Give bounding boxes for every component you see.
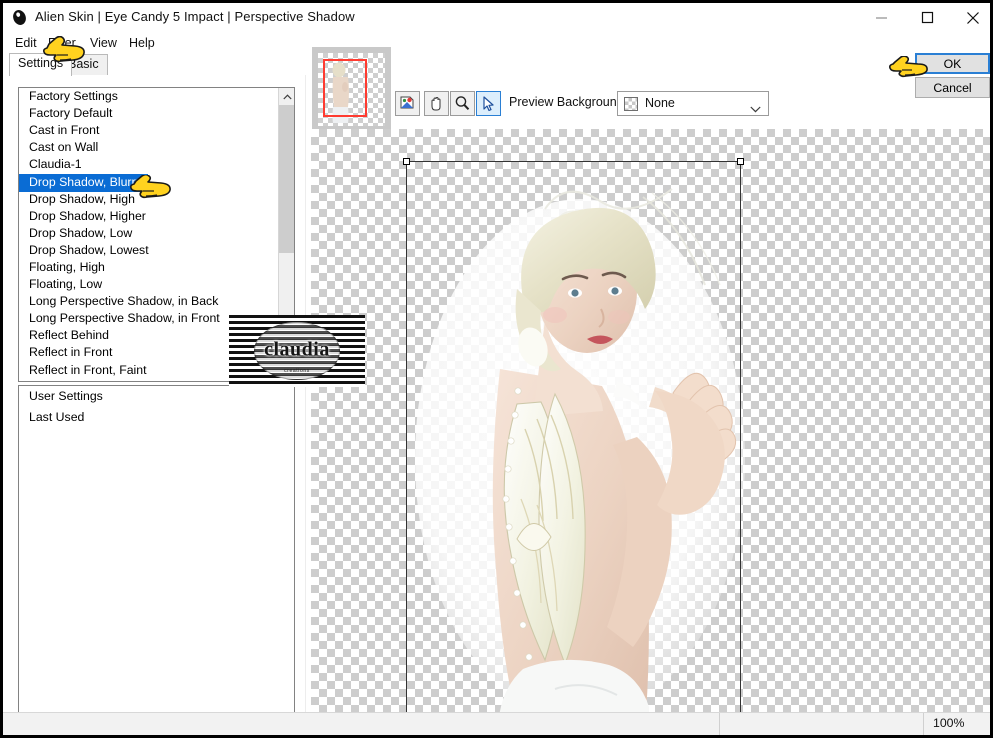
color-picker-icon[interactable]: [395, 91, 420, 116]
preview-background-value: None: [645, 96, 675, 110]
preset-list-item[interactable]: Factory Default: [19, 105, 294, 122]
alienskin-logo-icon: [11, 9, 28, 26]
preset-list-item[interactable]: Factory Settings: [19, 88, 294, 105]
preset-item-label: Drop Shadow, Lowest: [29, 242, 149, 257]
selection-handle-top-left[interactable]: [403, 158, 410, 165]
preset-list-item[interactable]: Claudia-1: [19, 156, 294, 173]
claudia-watermark: claudia creations: [229, 315, 365, 387]
preset-item-label: Drop Shadow, Higher: [29, 208, 146, 223]
preset-item-label: Floating, High: [29, 259, 105, 274]
preset-list-item[interactable]: Long Perspective Shadow, in Back: [19, 293, 294, 310]
status-separator: [923, 713, 924, 735]
minimize-icon: [875, 17, 887, 19]
alien-skin-dialog-window: Alien Skin | Eye Candy 5 Impact | Perspe…: [0, 0, 993, 738]
close-button[interactable]: [950, 3, 990, 32]
preset-item-label: Factory Default: [29, 106, 113, 121]
preset-item-label: Claudia-1: [29, 157, 82, 172]
preview-canvas[interactable]: [311, 129, 990, 712]
transparency-swatch-icon: [624, 97, 638, 111]
scroll-up-arrow-icon[interactable]: [279, 88, 294, 105]
preset-list-item[interactable]: Cast in Front: [19, 122, 294, 139]
window-title: Alien Skin | Eye Candy 5 Impact | Perspe…: [35, 9, 355, 24]
selection-handle-top-right[interactable]: [737, 158, 744, 165]
preset-list-item[interactable]: Cast on Wall: [19, 139, 294, 156]
preset-item-label: Cast in Front: [29, 123, 100, 138]
navigator-thumbnail[interactable]: [312, 47, 391, 132]
preview-background-select[interactable]: None: [617, 91, 769, 116]
thumbnail-selection-marquee[interactable]: [323, 59, 367, 117]
preset-item-label: Factory Settings: [29, 89, 118, 103]
pointer-hand-cursor-ok: [889, 56, 928, 78]
user-settings-item[interactable]: User Settings: [19, 386, 294, 407]
user-settings-item[interactable]: Last Used: [19, 407, 294, 428]
preset-item-label: Drop Shadow, Low: [29, 225, 133, 240]
menu-item-help[interactable]: Help: [125, 35, 159, 51]
preview-background-label: Preview Background:: [509, 95, 628, 109]
menu-item-edit[interactable]: Edit: [11, 35, 41, 51]
preset-list-item[interactable]: Drop Shadow, Lowest: [19, 242, 294, 259]
watermark-subtext: creations: [284, 368, 310, 375]
arrow-select-icon[interactable]: [476, 91, 501, 116]
minimize-button[interactable]: [858, 3, 904, 32]
user-settings-items: User Settings Last Used: [19, 386, 294, 428]
pointer-hand-cursor-preset: [130, 175, 171, 199]
preset-list-item[interactable]: Drop Shadow, Higher: [19, 208, 294, 225]
chevron-down-icon[interactable]: [750, 100, 761, 118]
watermark-text: claudia: [264, 338, 330, 361]
cancel-button-label: Cancel: [933, 80, 972, 95]
cancel-button[interactable]: Cancel: [915, 77, 990, 98]
preset-item-label: Long Perspective Shadow, in Back: [29, 294, 219, 309]
zoom-magnifier-icon[interactable]: [450, 91, 475, 116]
preset-item-label: Cast on Wall: [29, 140, 99, 155]
navigator-thumbnail-image: [318, 53, 385, 126]
maximize-button[interactable]: [904, 3, 950, 32]
zoom-level-indicator: 100%: [933, 716, 965, 730]
hand-pan-icon[interactable]: [424, 91, 449, 116]
status-separator: [719, 713, 720, 735]
pointer-hand-cursor-filter: [43, 36, 85, 63]
preset-list-item[interactable]: Floating, High: [19, 259, 294, 276]
scrollbar-thumb[interactable]: [279, 105, 294, 253]
ok-button-label: OK: [943, 56, 962, 71]
menu-item-view[interactable]: View: [86, 35, 121, 51]
status-bar: 100%: [3, 712, 990, 735]
settings-panel: Factory Settings Factory Default Cast in F…: [3, 75, 306, 735]
preset-list-item[interactable]: Floating, Low: [19, 276, 294, 293]
user-settings-list[interactable]: User Settings Last Used: [18, 385, 295, 735]
preview-selection-rect[interactable]: [403, 158, 744, 712]
close-icon: [967, 11, 979, 24]
preset-item-label: Floating, Low: [29, 277, 103, 292]
preset-list-item[interactable]: Drop Shadow, Low: [19, 225, 294, 242]
title-bar: Alien Skin | Eye Candy 5 Impact | Perspe…: [3, 3, 990, 33]
maximize-icon: [921, 11, 933, 24]
